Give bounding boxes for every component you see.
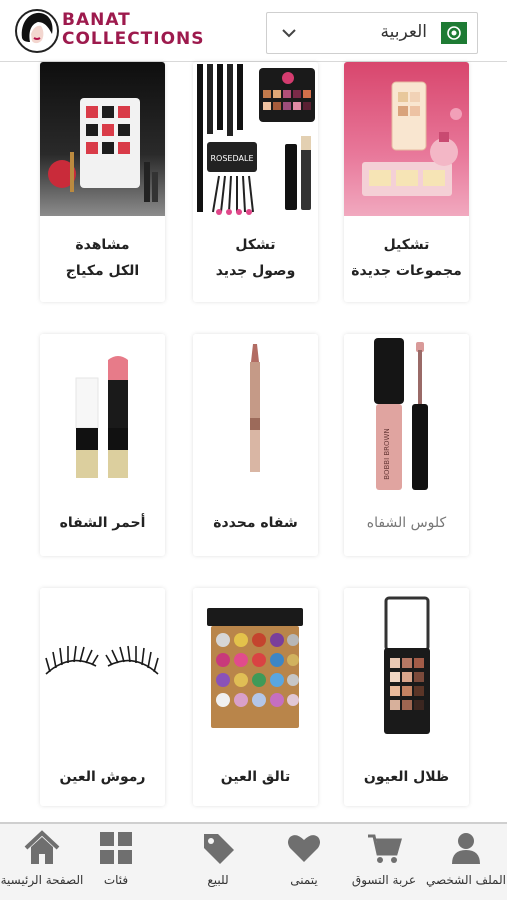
category-card-eyeshadow[interactable]: ظلال العيون [344,588,469,806]
category-label-line-2: الكل مكياج [65,263,140,279]
category-label: ظلال العيون [363,769,450,785]
glitter-palette-icon [207,608,303,728]
lipstick-icon [75,356,128,478]
lip-gloss-image: BOBBI BROWN [344,334,469,494]
category-card-view-all-makeup[interactable]: مشاهدة الكل مكياج [40,62,165,302]
app-header: BANAT COLLECTIONS العربية [0,0,507,62]
lip-gloss-icon: BOBBI BROWN [374,338,428,490]
language-select[interactable]: العربية [266,12,478,54]
category-label-line-2: وصول جديد [215,263,296,279]
user-icon [452,833,480,864]
nav-home-label: الصفحة الرئيسية [0,873,84,887]
category-grid: تشكيل مجموعات جديدة ROSEDALE تشكل وصول ج… [0,62,507,822]
nav-wishlist[interactable]: يتمنى [266,824,342,900]
brand-line-1: BANAT [62,10,131,30]
heart-icon [288,835,320,862]
makeup-kit-icon: ROSEDALE [197,64,315,215]
category-label: تشكل وصول جديد [193,232,318,284]
category-label: أحمر الشفاه [59,515,146,531]
eyelashes-icon [45,645,159,675]
category-label: مشاهدة الكل مكياج [40,232,165,284]
eyelashes-image [40,588,165,748]
category-label: شفاه محددة [213,515,298,531]
new-collections-image [344,62,469,216]
lipstick-image [40,334,165,494]
chevron-down-icon [282,29,296,38]
lip-liner-image [193,334,318,494]
view-all-makeup-image [40,62,165,216]
nav-categories[interactable]: فئات [78,824,154,900]
eyeshadow-image [344,588,469,748]
category-card-eye-glitter[interactable]: تالق العين [193,588,318,806]
nav-home[interactable]: الصفحة الرئيسية [1,824,83,900]
category-label: كلوس الشفاه [366,515,447,531]
eyeshadow-palette-icon [384,596,430,734]
category-label-line-1: تشكيل [383,237,430,253]
brand-line-2: COLLECTIONS [62,29,205,49]
advent-calendar-icon [48,98,158,202]
category-card-eyelashes[interactable]: رموش العين [40,588,165,806]
nav-sale[interactable]: للبيع [180,824,256,900]
nav-cart[interactable]: عربة التسوق [346,824,422,900]
category-label: تشكيل مجموعات جديدة [344,232,469,284]
saudi-flag-icon [441,22,467,44]
category-label-line-1: تشكل [235,237,276,253]
language-selected-label: العربية [380,22,427,42]
category-label-line-1: مشاهدة [75,237,130,253]
category-card-new-arrivals[interactable]: ROSEDALE تشكل وصول جديد [193,62,318,302]
cart-icon [368,834,402,863]
category-label-line-2: مجموعات جديدة [351,263,462,279]
category-card-lipstick[interactable]: أحمر الشفاه [40,334,165,556]
nav-sale-label: للبيع [207,873,229,887]
lipgloss-brand-text: BOBBI BROWN [383,428,391,479]
perfume-gift-set-icon [362,81,462,196]
nav-wishlist-label: يتمنى [290,873,318,887]
home-icon [24,830,60,864]
brand-logo[interactable]: BANAT COLLECTIONS [14,8,214,54]
tag-icon [204,834,234,864]
grid-icon [100,832,132,864]
nav-profile[interactable]: الملف الشخصي [426,824,506,900]
category-label: تالق العين [220,769,291,785]
category-label: رموش العين [59,769,146,785]
category-card-new-collections[interactable]: تشكيل مجموعات جديدة [344,62,469,302]
eye-glitter-image [193,588,318,748]
palette-brand-text: ROSEDALE [211,154,254,163]
brand-wordmark: BANAT COLLECTIONS [62,11,205,49]
woman-face-logo-icon [15,9,59,53]
lip-liner-pencil-icon [250,344,260,472]
category-card-lip-liner[interactable]: شفاه محددة [193,334,318,556]
bottom-navigation: الملف الشخصي عربة التسوق يتمنى للبيع فئا… [0,822,507,900]
new-arrivals-image: ROSEDALE [193,62,318,216]
category-card-lip-gloss[interactable]: BOBBI BROWN كلوس الشفاه [344,334,469,556]
